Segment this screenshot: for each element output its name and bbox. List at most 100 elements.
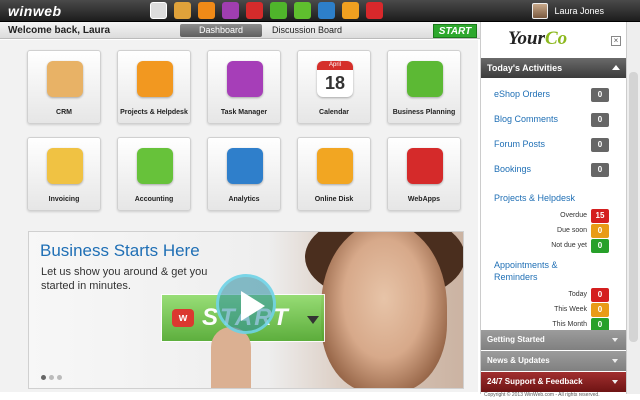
app-tile-accounting[interactable]: Accounting [117, 137, 191, 211]
projects-count-badge[interactable]: 0 [591, 239, 609, 253]
user-menu[interactable]: Laura Jones [532, 0, 604, 22]
app-tile-invoicing[interactable]: Invoicing [27, 137, 101, 211]
projects-icon[interactable] [198, 2, 215, 19]
activity-0-link[interactable]: eShop Orders [494, 89, 550, 99]
accounting-icon[interactable] [294, 2, 311, 19]
app-label: Online Disk [314, 196, 354, 203]
carousel-dot-3[interactable] [57, 375, 62, 380]
task-manager-icon[interactable] [222, 2, 239, 19]
app-tile-crm[interactable]: CRM [27, 50, 101, 124]
invoicing-icon [47, 148, 83, 184]
close-icon[interactable]: × [611, 36, 621, 46]
crm-icon [47, 61, 83, 97]
play-video-button[interactable] [216, 274, 276, 334]
banner-title: Business Starts Here [40, 241, 200, 260]
winweb-mark-icon: w [172, 309, 194, 327]
app-tile-analytics[interactable]: Analytics [207, 137, 281, 211]
app-tile-calendar[interactable]: April 18 Calendar [297, 50, 371, 124]
analytics-icon[interactable] [318, 2, 335, 19]
sidebar-scrollbar[interactable] [626, 22, 640, 394]
support-feedback-label: 24/7 Support & Feedback [487, 377, 583, 386]
projects-status-label: Due soon [557, 227, 587, 234]
app-root: winweb Laura Jones Welcome back, Laura D… [0, 0, 640, 400]
chevron-down-icon [612, 359, 618, 363]
dashboard-main: CRM Projects & Helpdesk Task Manager April 1… [0, 40, 478, 392]
app-label: Analytics [228, 196, 260, 203]
activity-2-link[interactable]: Forum Posts [494, 139, 545, 149]
app-tile-online-disk[interactable]: Online Disk [297, 137, 371, 211]
projects-count-badge[interactable]: 0 [591, 224, 609, 238]
accounting-icon [137, 148, 173, 184]
company-logo: YourCo [508, 28, 567, 50]
appointments-link[interactable]: Appointments & Reminders [494, 259, 584, 283]
chevron-down-icon [612, 338, 618, 342]
avatar[interactable] [532, 3, 549, 19]
calendar-month: April [317, 61, 353, 70]
app-tile-webapps[interactable]: WebApps [387, 137, 461, 211]
start-button[interactable]: START [433, 24, 477, 38]
tab-discussion-board[interactable]: Discussion Board [264, 24, 350, 37]
online-disk-icon[interactable] [342, 2, 359, 19]
collapse-icon [612, 65, 620, 70]
chevron-down-icon [612, 380, 618, 384]
banner-subtitle: Let us show you around & get you started… [41, 266, 208, 292]
business-planning-icon[interactable] [270, 2, 287, 19]
appointments-status-label: This Week [554, 306, 587, 313]
app-label: Projects & Helpdesk [120, 109, 188, 116]
todays-activities-header[interactable]: Today's Activities [481, 58, 626, 78]
play-icon [241, 291, 265, 321]
calendar-day: 18 [324, 73, 346, 93]
activity-1-link[interactable]: Blog Comments [494, 114, 558, 124]
task-manager-icon [227, 61, 263, 97]
brand-part-a: Your [508, 28, 545, 49]
app-tile-projects-helpdesk[interactable]: Projects & Helpdesk [117, 50, 191, 124]
app-tile-business-planning[interactable]: Business Planning [387, 50, 461, 124]
getting-started-section[interactable]: Getting Started [481, 330, 626, 350]
app-icon-bar [150, 2, 390, 19]
promo-banner[interactable]: Business Starts Here Let us show you aro… [28, 231, 464, 389]
online-disk-icon [317, 148, 353, 184]
activity-count-badge: 0 [591, 138, 609, 152]
app-tile-task-manager[interactable]: Task Manager [207, 50, 281, 124]
arrow-down-icon [307, 316, 319, 324]
dashboard-icon[interactable] [150, 2, 167, 19]
app-label: Invoicing [48, 196, 80, 203]
app-label: CRM [56, 109, 72, 116]
appointments-count-badge[interactable]: 0 [591, 288, 609, 302]
winweb-logo[interactable]: winweb [8, 3, 62, 19]
business-planning-icon [407, 61, 443, 97]
app-label: Accounting [134, 196, 174, 203]
projects-helpdesk-link[interactable]: Projects & Helpdesk [494, 193, 575, 203]
banner-hand [211, 327, 251, 388]
projects-status-label: Overdue [560, 212, 587, 219]
webapps-icon [407, 148, 443, 184]
brand-part-b: Co [544, 28, 568, 49]
carousel-dot-2[interactable] [49, 375, 54, 380]
calendar-icon[interactable] [246, 2, 263, 19]
activity-count-badge: 0 [591, 163, 609, 177]
support-feedback-section[interactable]: 24/7 Support & Feedback [481, 372, 626, 392]
carousel-dots [41, 375, 65, 380]
projects-helpdesk-icon [137, 61, 173, 97]
webapps-icon[interactable] [366, 2, 383, 19]
news-updates-label: News & Updates [487, 356, 550, 365]
getting-started-label: Getting Started [487, 335, 545, 344]
app-label: Calendar [319, 109, 349, 116]
calendar-icon: April 18 [317, 61, 353, 97]
app-label: Business Planning [392, 109, 456, 116]
user-name[interactable]: Laura Jones [554, 6, 604, 16]
appointments-count-badge[interactable]: 0 [591, 303, 609, 317]
app-label: WebApps [407, 196, 441, 203]
projects-count-badge[interactable]: 15 [591, 209, 609, 223]
activity-3-link[interactable]: Bookings [494, 164, 531, 174]
carousel-dot-1[interactable] [41, 375, 46, 380]
todays-activities-title: Today's Activities [487, 63, 563, 73]
right-sidebar: YourCo × Today's Activities eShop Orders… [480, 22, 626, 394]
top-bar: winweb Laura Jones [0, 0, 640, 22]
crm-icon[interactable] [174, 2, 191, 19]
tab-dashboard[interactable]: Dashboard [180, 24, 262, 37]
appointments-status-label: This Month [552, 321, 587, 328]
news-updates-section[interactable]: News & Updates [481, 351, 626, 371]
copyright-footer: Copyright © 2013 WinWeb.com - All rights… [484, 392, 600, 398]
scrollbar-thumb[interactable] [629, 72, 638, 342]
